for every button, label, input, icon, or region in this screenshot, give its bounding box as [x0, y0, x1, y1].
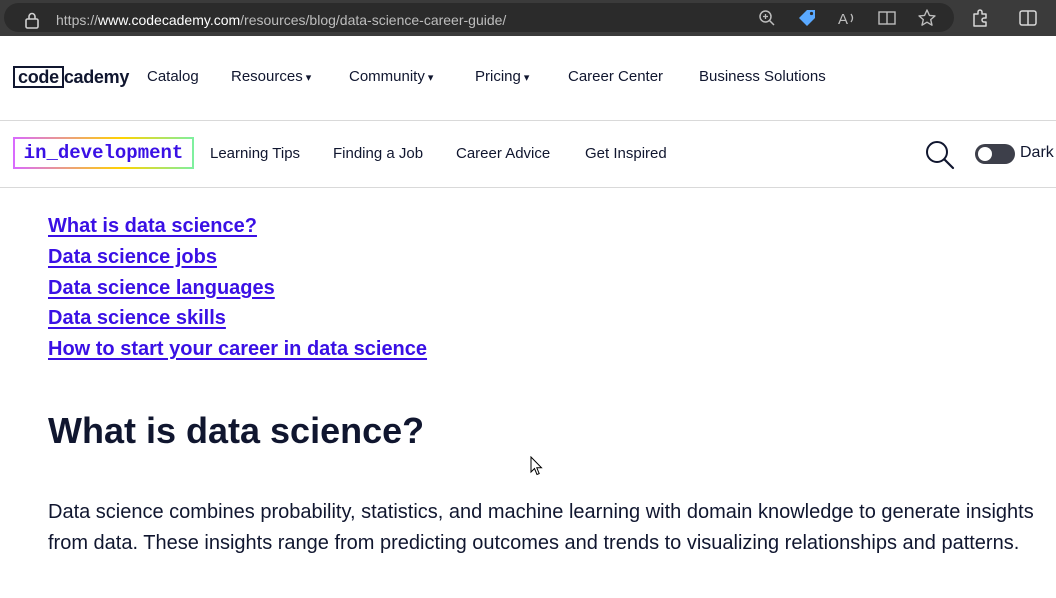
toc-item: What is data science? — [48, 215, 427, 246]
nav-catalog-label: Catalog — [147, 68, 199, 85]
logo-cademy-text: cademy — [63, 66, 130, 87]
chevron-down-icon: ▾ — [523, 72, 530, 84]
split-screen-icon[interactable] — [1017, 7, 1039, 29]
nav-catalog[interactable]: Catalog — [147, 68, 199, 85]
zoom-icon[interactable] — [756, 7, 778, 29]
chevron-down-icon: ▾ — [427, 72, 434, 84]
chevron-down-icon: ▾ — [305, 72, 312, 84]
codecademy-logo[interactable]: code cademy — [13, 66, 129, 88]
favorite-star-icon[interactable] — [916, 7, 938, 29]
coupon-tag-icon[interactable] — [796, 7, 818, 29]
article-paragraph: Data science combines probability, stati… — [48, 501, 1034, 554]
url-path: /resources/blog/data-science-career-guid… — [240, 12, 507, 28]
nav-pricing[interactable]: Pricing ▾ — [475, 68, 529, 85]
toc-item: Data science languages — [48, 277, 427, 308]
svg-text:A: A — [838, 11, 848, 27]
nav-pricing-label: Pricing — [475, 68, 521, 85]
toc-item: How to start your career in data science — [48, 338, 427, 369]
table-of-contents: What is data science? Data science jobs … — [48, 215, 427, 369]
toggle-knob — [978, 147, 992, 161]
extensions-icon[interactable] — [969, 7, 991, 29]
lock-icon[interactable] — [24, 11, 40, 29]
site-navigation: code cademy Catalog Resources ▾ Community ▾… — [0, 36, 1056, 121]
url-text[interactable]: https://www.codecademy.com/resources/blo… — [56, 12, 506, 28]
nav-career-center[interactable]: Career Center — [568, 68, 663, 85]
toc-link-data-science-skills[interactable]: Data science skills — [48, 307, 226, 329]
read-aloud-icon[interactable]: A — [836, 7, 858, 29]
toc-item: Data science skills — [48, 307, 427, 338]
nav-business-solutions-label: Business Solutions — [699, 68, 826, 85]
nav-business-solutions[interactable]: Business Solutions — [699, 68, 826, 85]
dark-mode-toggle[interactable] — [975, 144, 1015, 164]
toc-link-start-career[interactable]: How to start your career in data science — [48, 338, 427, 360]
browser-toolbar: https://www.codecademy.com/resources/blo… — [0, 0, 1056, 36]
nav-resources[interactable]: Resources ▾ — [231, 68, 311, 85]
in-development-logo-text: in_development — [15, 139, 192, 167]
dark-mode-label: Dark — [1020, 144, 1054, 161]
tab-career-advice[interactable]: Career Advice — [456, 145, 550, 162]
nav-career-center-label: Career Center — [568, 68, 664, 85]
nav-community[interactable]: Community ▾ — [349, 68, 433, 85]
tab-get-inspired[interactable]: Get Inspired — [585, 145, 667, 162]
search-icon[interactable] — [924, 139, 956, 171]
toc-item: Data science jobs — [48, 246, 427, 277]
section-heading: What is data science? — [48, 410, 425, 451]
tab-learning-tips[interactable]: Learning Tips — [210, 145, 300, 162]
toc-link-data-science-languages[interactable]: Data science languages — [48, 277, 275, 299]
toc-link-data-science-jobs[interactable]: Data science jobs — [48, 246, 217, 268]
nav-community-label: Community — [349, 68, 425, 85]
blog-navigation: in_development Learning Tips Finding a J… — [0, 121, 1056, 188]
url-host: www.codecademy.com — [98, 12, 241, 28]
logo-code-box: code — [13, 66, 64, 88]
toc-link-what-is-data-science[interactable]: What is data science? — [48, 215, 257, 237]
tab-finding-a-job[interactable]: Finding a Job — [333, 145, 423, 162]
in-development-logo[interactable]: in_development — [13, 137, 194, 169]
url-prefix: https:// — [56, 12, 99, 28]
immersive-reader-icon[interactable] — [876, 7, 898, 29]
mouse-cursor-icon — [530, 456, 543, 476]
nav-resources-label: Resources — [231, 68, 303, 85]
